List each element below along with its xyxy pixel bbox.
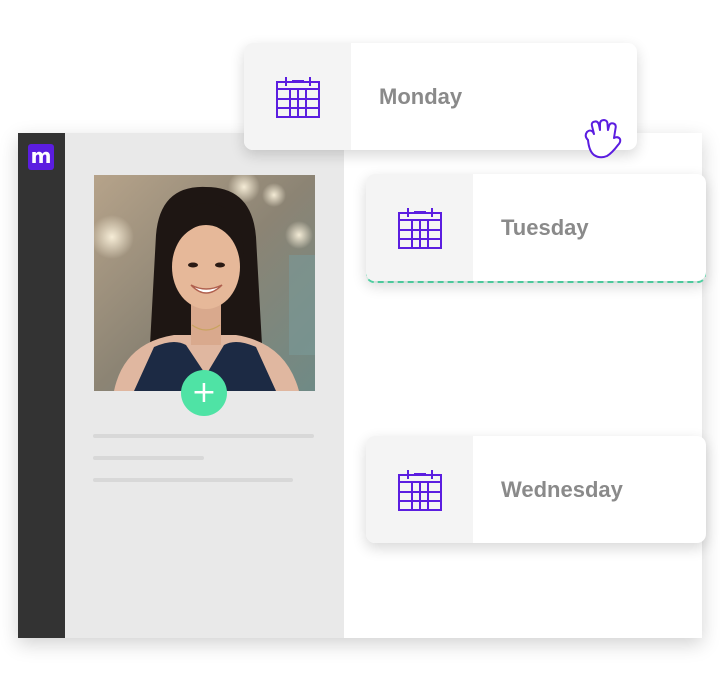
calendar-icon	[275, 76, 320, 118]
placeholder-line	[93, 434, 314, 438]
calendar-icon-cell	[366, 174, 473, 281]
profile-panel: +	[65, 133, 344, 638]
placeholder-line	[93, 456, 204, 460]
day-label: Tuesday	[501, 214, 589, 240]
day-label: Monday	[379, 83, 463, 109]
day-card-tuesday[interactable]: Tuesday	[366, 174, 706, 281]
day-card-monday[interactable]: Monday	[244, 43, 637, 150]
app-logo[interactable]: m	[28, 144, 54, 170]
calendar-icon	[397, 207, 442, 249]
day-label: Wednesday	[501, 476, 623, 502]
add-photo-button[interactable]: +	[181, 370, 227, 416]
grab-hand-cursor-icon	[580, 118, 624, 162]
calendar-icon-cell	[366, 436, 473, 543]
placeholder-line	[93, 478, 293, 482]
day-card-wednesday[interactable]: Wednesday	[366, 436, 706, 543]
left-rail: m	[18, 133, 65, 638]
profile-photo	[94, 175, 315, 391]
calendar-icon-cell	[244, 43, 351, 150]
calendar-icon	[397, 469, 442, 511]
